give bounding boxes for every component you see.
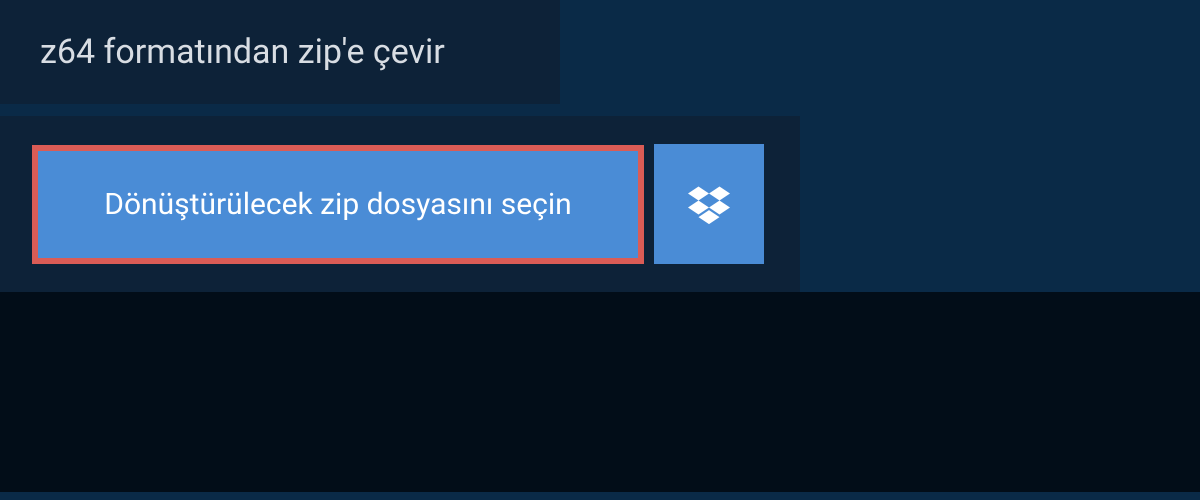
bottom-area — [0, 292, 1200, 492]
page-title: z64 formatından zip'e çevir — [40, 32, 520, 72]
header-bar: z64 formatından zip'e çevir — [0, 0, 560, 104]
main-panel: Dönüştürülecek zip dosyasını seçin — [0, 116, 800, 292]
dropbox-button[interactable] — [654, 144, 764, 264]
select-file-button-label: Dönüştürülecek zip dosyasını seçin — [104, 187, 571, 222]
spacer — [0, 104, 1200, 116]
select-file-button[interactable]: Dönüştürülecek zip dosyasını seçin — [32, 145, 644, 264]
dropbox-icon — [688, 183, 730, 225]
